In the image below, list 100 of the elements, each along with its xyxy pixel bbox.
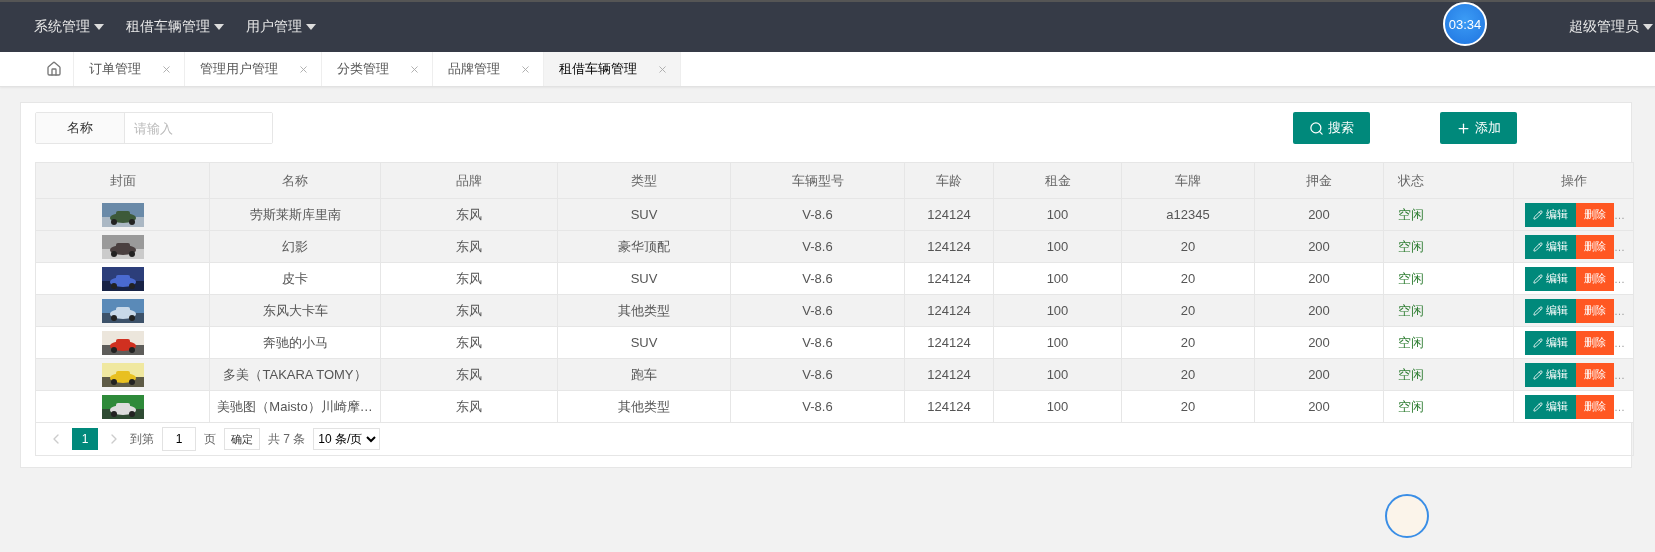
close-icon[interactable] bbox=[409, 63, 420, 75]
delete-button[interactable]: 删除 bbox=[1576, 202, 1614, 227]
status-text: 空闲 bbox=[1398, 270, 1424, 286]
goto-label: 到第 bbox=[130, 430, 154, 448]
table-cell: SUV bbox=[557, 262, 731, 295]
table-cell: 20 bbox=[1121, 262, 1255, 295]
confirm-button[interactable]: 确定 bbox=[224, 428, 260, 450]
table-cell: V-8.6 bbox=[730, 262, 905, 295]
page-number[interactable]: 1 bbox=[72, 428, 98, 450]
edit-button[interactable]: 编辑 bbox=[1525, 330, 1576, 355]
table-cell: 东风 bbox=[380, 230, 558, 263]
nav-menu[interactable]: 用户管理 bbox=[246, 18, 316, 36]
pencil-icon bbox=[1533, 209, 1543, 220]
table-cell: 124124 bbox=[904, 198, 994, 231]
table-cell: 200 bbox=[1254, 198, 1384, 231]
overflow-ellipsis: … bbox=[1614, 400, 1622, 413]
edit-button[interactable]: 编辑 bbox=[1525, 266, 1576, 291]
table-cell: 跑车 bbox=[557, 358, 731, 391]
table-cell: 124124 bbox=[904, 358, 994, 391]
table-cell: 200 bbox=[1254, 230, 1384, 263]
page-tab[interactable]: 管理用户管理 bbox=[185, 52, 322, 86]
overflow-ellipsis: … bbox=[1614, 368, 1622, 381]
column-header: 封面 bbox=[35, 162, 210, 199]
close-icon[interactable] bbox=[657, 63, 668, 75]
close-icon[interactable] bbox=[520, 63, 531, 75]
page-size-select[interactable]: 10 条/页 bbox=[313, 428, 381, 450]
table-cell: V-8.6 bbox=[730, 230, 905, 263]
edit-button[interactable]: 编辑 bbox=[1525, 202, 1576, 227]
close-icon[interactable] bbox=[161, 63, 172, 75]
table-cell: 东风 bbox=[380, 262, 558, 295]
overflow-ellipsis: … bbox=[1614, 336, 1622, 349]
table-cell: V-8.6 bbox=[730, 358, 905, 391]
nav-menu[interactable]: 租借车辆管理 bbox=[126, 18, 224, 36]
table-cell: 100 bbox=[993, 294, 1122, 327]
table-cell: 东风 bbox=[380, 358, 558, 391]
delete-button[interactable]: 删除 bbox=[1576, 362, 1614, 387]
delete-button[interactable]: 删除 bbox=[1576, 330, 1614, 355]
caret-icon bbox=[94, 24, 104, 30]
table-cell: 100 bbox=[993, 230, 1122, 263]
table-cell: V-8.6 bbox=[730, 294, 905, 327]
table-cell: 奔驰的小马 bbox=[209, 326, 381, 359]
table-cell: 100 bbox=[993, 326, 1122, 359]
table-cell: 100 bbox=[993, 262, 1122, 295]
column-header: 车龄 bbox=[904, 162, 994, 199]
user-menu[interactable]: 超级管理员 bbox=[1569, 18, 1653, 36]
column-header: 租金 bbox=[993, 162, 1122, 199]
column-header: 状态 bbox=[1383, 162, 1514, 199]
add-button[interactable]: 添加 bbox=[1440, 112, 1517, 144]
plus-icon bbox=[1456, 120, 1471, 136]
table-cell: 200 bbox=[1254, 294, 1384, 327]
edit-button[interactable]: 编辑 bbox=[1525, 298, 1576, 323]
edit-button[interactable]: 编辑 bbox=[1525, 394, 1576, 419]
table-cell: 200 bbox=[1254, 262, 1384, 295]
page-input[interactable]: 1 bbox=[162, 427, 196, 451]
avatar[interactable] bbox=[1385, 494, 1429, 538]
column-header: 车牌 bbox=[1121, 162, 1255, 199]
overflow-ellipsis: … bbox=[1614, 272, 1622, 285]
page-tab[interactable]: 分类管理 bbox=[322, 52, 433, 86]
delete-button[interactable]: 删除 bbox=[1576, 394, 1614, 419]
search-icon bbox=[1309, 120, 1324, 136]
pencil-icon bbox=[1533, 337, 1543, 348]
delete-button[interactable]: 删除 bbox=[1576, 234, 1614, 259]
table-cell: V-8.6 bbox=[730, 198, 905, 231]
timer-badge: 03:34 bbox=[1443, 2, 1487, 46]
page-tab[interactable]: 租借车辆管理 bbox=[544, 52, 681, 86]
table-cell: 皮卡 bbox=[209, 262, 381, 295]
search-button[interactable]: 搜索 bbox=[1293, 112, 1370, 144]
table-cell: 东风 bbox=[380, 326, 558, 359]
column-header: 押金 bbox=[1254, 162, 1384, 199]
table-cell: V-8.6 bbox=[730, 326, 905, 359]
delete-button[interactable]: 删除 bbox=[1576, 298, 1614, 323]
page-tab[interactable]: 订单管理 bbox=[74, 52, 185, 86]
table-cell: 东风 bbox=[380, 390, 558, 423]
status-text: 空闲 bbox=[1398, 398, 1424, 414]
table-cell: 200 bbox=[1254, 358, 1384, 391]
status-text: 空闲 bbox=[1398, 366, 1424, 382]
edit-button[interactable]: 编辑 bbox=[1525, 234, 1576, 259]
table-cell: SUV bbox=[557, 198, 731, 231]
table-cell: V-8.6 bbox=[730, 390, 905, 423]
close-icon[interactable] bbox=[298, 63, 309, 75]
table-cell: 其他类型 bbox=[557, 390, 731, 423]
table-cell: 124124 bbox=[904, 294, 994, 327]
table-cell: 多美（TAKARA TOMY） bbox=[209, 358, 381, 391]
pencil-icon bbox=[1533, 241, 1543, 252]
page-tab[interactable]: 品牌管理 bbox=[433, 52, 544, 86]
table-cell: 劳斯莱斯库里南 bbox=[209, 198, 381, 231]
table-cell: 124124 bbox=[904, 262, 994, 295]
pencil-icon bbox=[1533, 369, 1543, 380]
overflow-ellipsis: … bbox=[1614, 240, 1622, 253]
delete-button[interactable]: 删除 bbox=[1576, 266, 1614, 291]
table-cell: a12345 bbox=[1121, 198, 1255, 231]
name-search-field[interactable]: 名称 请输入 bbox=[35, 112, 273, 144]
table-cell: SUV bbox=[557, 326, 731, 359]
nav-menu[interactable]: 系统管理 bbox=[34, 18, 104, 36]
table-cell: 100 bbox=[993, 390, 1122, 423]
table-cell: 100 bbox=[993, 358, 1122, 391]
status-text: 空闲 bbox=[1398, 206, 1424, 222]
table-cell: 20 bbox=[1121, 294, 1255, 327]
table-cell: 124124 bbox=[904, 390, 994, 423]
edit-button[interactable]: 编辑 bbox=[1525, 362, 1576, 387]
